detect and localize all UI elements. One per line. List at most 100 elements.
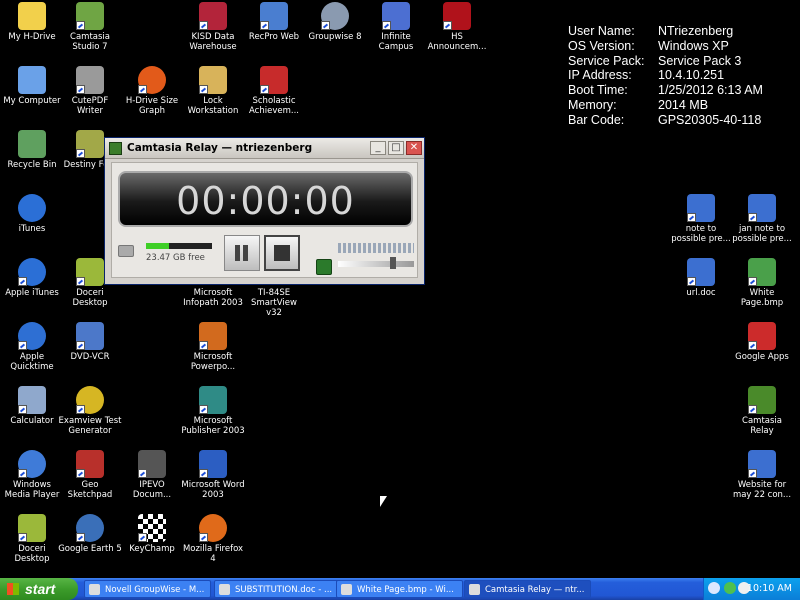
info-row-boot: Boot Time: 1/25/2012 6:13 AM: [568, 83, 763, 98]
taskbar-button-white-page[interactable]: White Page.bmp - Wi...: [336, 580, 463, 598]
icon-label: KISD Data Warehouse: [189, 32, 237, 52]
desktop-icon-examview[interactable]: Examview Test Generator: [58, 384, 122, 444]
desktop-icon-cutepdf[interactable]: CutePDF Writer: [58, 64, 122, 124]
desktop-icon-url-doc[interactable]: url.doc: [669, 256, 733, 316]
info-row-ip: IP Address: 10.4.10.251: [568, 68, 725, 83]
desktop-icon-recpro[interactable]: RecPro Web: [242, 0, 306, 60]
icon-label: DVD-VCR: [70, 352, 110, 362]
word-document-icon: [687, 194, 715, 222]
desktop-icon-windows-media-player[interactable]: Windows Media Player: [0, 448, 64, 508]
desktop-icon-word[interactable]: Microsoft Word 2003: [181, 448, 245, 508]
system-tray: 10:10 AM: [703, 578, 800, 600]
disk-space-meter: [146, 243, 212, 249]
desktop-icon-white-page[interactable]: White Page.bmp: [730, 256, 794, 316]
start-button[interactable]: start: [0, 578, 78, 600]
powerpoint-icon: [199, 322, 227, 350]
desktop-icon-itunes[interactable]: iTunes: [0, 192, 64, 252]
document-camera-icon: [138, 450, 166, 478]
desktop: My H-Drive My Computer Recycle Bin iTune…: [0, 0, 800, 578]
icon-label: Website for may 22 con...: [732, 480, 792, 500]
volume-slider[interactable]: [338, 257, 414, 269]
recpro-icon: [260, 2, 288, 30]
desktop-icon-hdrive-graph[interactable]: H-Drive Size Graph: [120, 64, 184, 124]
desktop-icon-apple-quicktime[interactable]: Apple Quicktime: [0, 320, 64, 380]
desktop-icon-kisd-data[interactable]: KISD Data Warehouse: [181, 0, 245, 60]
taskbar-button-groupwise[interactable]: Novell GroupWise - M...: [84, 580, 211, 598]
timer-readout: 00:00:00: [176, 179, 355, 223]
microphone-icon[interactable]: [316, 259, 332, 275]
camtasia-relay-icon: [469, 584, 480, 595]
desktop-icon-infinite-campus[interactable]: Infinite Campus: [364, 0, 428, 60]
icon-label: Camtasia Studio 7: [70, 32, 110, 52]
desktop-icon-my-h-drive[interactable]: My H-Drive: [0, 0, 64, 60]
announcement-icon: [443, 2, 471, 30]
pause-button[interactable]: [224, 235, 260, 271]
kisd-icon: [199, 2, 227, 30]
windows-flag-icon: [7, 583, 19, 595]
desktop-icon-lock-workstation[interactable]: Lock Workstation: [181, 64, 245, 124]
icon-label: Microsoft Powerpo...: [190, 352, 236, 372]
tray-app-icon[interactable]: [724, 582, 736, 594]
chevron-left-icon[interactable]: [708, 582, 720, 594]
desktop-icon-google-apps[interactable]: Google Apps: [730, 320, 794, 380]
volume-slider-knob[interactable]: [390, 257, 396, 269]
timer-display: 00:00:00: [118, 171, 413, 227]
stop-button[interactable]: [264, 235, 300, 271]
groupwise-icon: [89, 584, 100, 595]
groupwise-icon: [321, 2, 349, 30]
icon-label: White Page.bmp: [740, 288, 784, 308]
calculator-icon: [18, 386, 46, 414]
info-row-service-pack: Service Pack: Service Pack 3: [568, 53, 742, 68]
desktop-icon-publisher[interactable]: Microsoft Publisher 2003: [181, 384, 245, 444]
word-icon: [199, 450, 227, 478]
folder-icon: [18, 2, 46, 30]
destiny-icon: [76, 130, 104, 158]
icon-label: Geo Sketchpad: [67, 480, 113, 500]
desktop-icon-ipevo[interactable]: IPEVO Docum...: [120, 448, 184, 508]
desktop-icon-recycle-bin[interactable]: Recycle Bin: [0, 128, 64, 188]
desktop-icon-groupwise[interactable]: Groupwise 8: [303, 0, 367, 60]
clock[interactable]: 10:10 AM: [747, 578, 792, 600]
desktop-icon-calculator[interactable]: Calculator: [0, 384, 64, 444]
desktop-icon-hs-announcements[interactable]: HS Announcem...: [425, 0, 489, 60]
desktop-icon-powerpoint[interactable]: Microsoft Powerpo...: [181, 320, 245, 380]
desktop-icon-camtasia-studio[interactable]: Camtasia Studio 7: [58, 0, 122, 60]
desktop-icon-scholastic[interactable]: Scholastic Achievem...: [242, 64, 306, 124]
desktop-icon-google-earth[interactable]: Google Earth 5: [58, 512, 122, 572]
desktop-icon-my-computer[interactable]: My Computer: [0, 64, 64, 124]
desktop-icon-keychamp[interactable]: KeyChamp: [120, 512, 184, 572]
computer-icon: [18, 66, 46, 94]
window-titlebar[interactable]: Camtasia Relay — ntriezenberg _ □ ✕: [105, 138, 424, 159]
bitmap-icon: [748, 258, 776, 286]
desktop-icon-doceri-desktop-2[interactable]: Doceri Desktop: [0, 512, 64, 572]
desktop-icon-apple-itunes[interactable]: Apple iTunes: [0, 256, 64, 316]
google-earth-icon: [76, 514, 104, 542]
minimize-button[interactable]: _: [370, 141, 386, 155]
icon-label: Infinite Campus: [378, 32, 414, 52]
icon-label: Mozilla Firefox 4: [182, 544, 244, 564]
desktop-icon-jan-note[interactable]: jan note to possible pre...: [730, 192, 794, 252]
desktop-icon-website-may22[interactable]: Website for may 22 con...: [730, 448, 794, 508]
desktop-icon-geo-sketchpad[interactable]: Geo Sketchpad: [58, 448, 122, 508]
maximize-button[interactable]: □: [388, 141, 404, 155]
icon-label: Microsoft Infopath 2003: [183, 288, 243, 308]
camtasia-relay-window[interactable]: Camtasia Relay — ntriezenberg _ □ ✕ 00:0…: [104, 137, 425, 285]
icon-label: Google Earth 5: [58, 544, 122, 554]
icon-label: HS Announcem...: [427, 32, 487, 52]
mouse-cursor-icon: [380, 496, 387, 507]
icon-label: note to possible pre...: [671, 224, 731, 244]
desktop-icon-note-to-possible[interactable]: note to possible pre...: [669, 192, 733, 252]
icon-label: Doceri Desktop: [72, 288, 108, 308]
audio-level-meter: [338, 243, 414, 253]
taskbar-button-substitution[interactable]: SUBSTITUTION.doc - ...: [214, 580, 341, 598]
taskbar-button-camtasia-relay[interactable]: Camtasia Relay — ntr...: [464, 580, 591, 598]
icon-label: My Computer: [3, 96, 61, 106]
desktop-icon-dvd-vcr[interactable]: DVD-VCR: [58, 320, 122, 380]
desktop-icon-camtasia-relay[interactable]: Camtasia Relay: [730, 384, 794, 444]
desktop-icon-firefox[interactable]: Mozilla Firefox 4: [181, 512, 245, 572]
icon-label: Calculator: [10, 416, 54, 426]
itunes-icon: [18, 194, 46, 222]
word-document-icon: [748, 194, 776, 222]
icon-label: Microsoft Publisher 2003: [181, 416, 245, 436]
close-button[interactable]: ✕: [406, 141, 422, 155]
